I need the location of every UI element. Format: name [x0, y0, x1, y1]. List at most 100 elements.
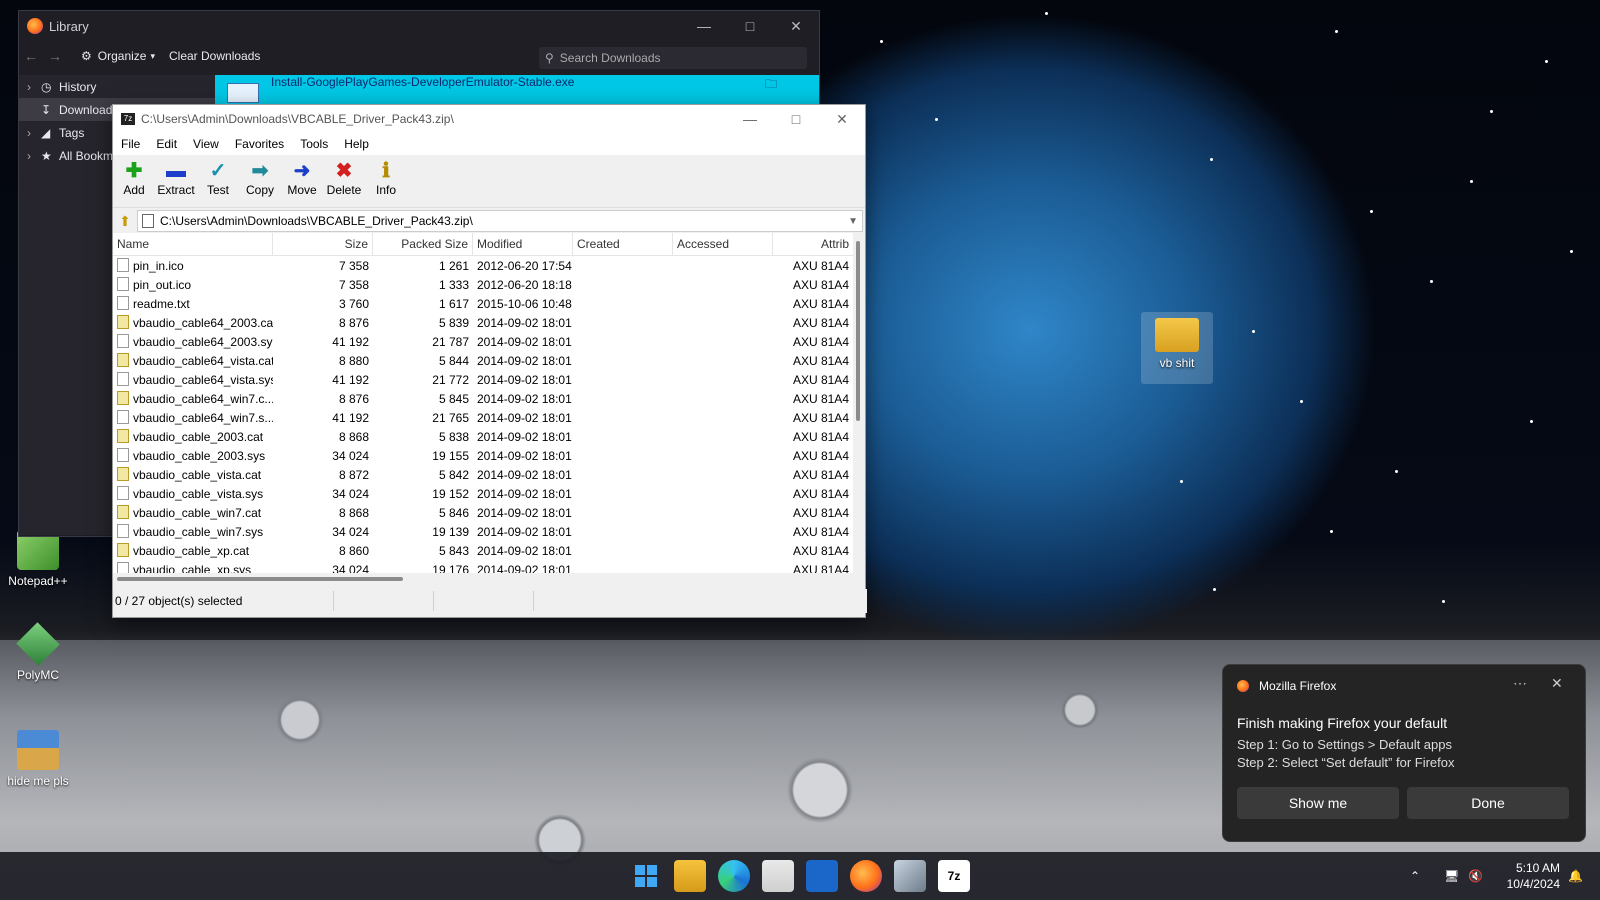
- done-button[interactable]: Done: [1407, 787, 1569, 819]
- column-header-size[interactable]: Size: [273, 233, 373, 255]
- add-button[interactable]: ✚ Add: [113, 155, 155, 207]
- star: [1545, 60, 1548, 63]
- file-row[interactable]: vbaudio_cable64_vista.cat 8 880 5 844 2014-…: [113, 351, 853, 370]
- desktop-icon-hide-me-pls[interactable]: hide me pls: [2, 730, 74, 788]
- store-icon[interactable]: [762, 860, 794, 892]
- more-options-icon[interactable]: ⋯: [1513, 675, 1527, 692]
- vbcable-icon[interactable]: [894, 860, 926, 892]
- extract-button[interactable]: ▬ Extract: [155, 155, 197, 207]
- move-button[interactable]: ➜ Move: [281, 155, 323, 207]
- file-packed-size-cell: 19 152: [432, 486, 469, 501]
- horizontal-scrollbar[interactable]: [113, 573, 853, 587]
- edge-icon[interactable]: [718, 860, 750, 892]
- maximize-icon[interactable]: □: [773, 111, 819, 128]
- star: [1210, 158, 1213, 161]
- menu-view[interactable]: View: [185, 137, 227, 151]
- desktop-icon-polymc[interactable]: PolyMC: [2, 622, 74, 682]
- menu-tools[interactable]: Tools: [292, 137, 336, 151]
- minimize-icon[interactable]: —: [681, 18, 727, 35]
- desktop-icon-notepadpp[interactable]: Notepad++: [2, 530, 74, 588]
- column-header-packed-size[interactable]: Packed Size: [373, 233, 473, 255]
- column-header-accessed[interactable]: Accessed: [673, 233, 773, 255]
- file-row[interactable]: pin_out.ico 7 358 1 333 2012-06-20 18:18 AXU…: [113, 275, 853, 294]
- close-icon[interactable]: ✕: [819, 111, 865, 128]
- file-modified-cell: 2014-09-02 18:01: [477, 410, 572, 425]
- file-attrib-cell: AXU 81A4: [792, 524, 849, 539]
- copy-button[interactable]: ➡ Copy: [239, 155, 281, 207]
- file-icon: [117, 486, 129, 500]
- file-name: pin_out.ico: [133, 278, 192, 292]
- notification-bell-icon[interactable]: 🔔: [1568, 852, 1583, 900]
- close-icon[interactable]: ✕: [773, 18, 819, 35]
- selection-status: 0 / 27 object(s) selected: [115, 594, 243, 608]
- folder-up-icon[interactable]: ⬆: [113, 213, 137, 230]
- file-row[interactable]: vbaudio_cable64_2003.cat 8 876 5 839 2014-0…: [113, 313, 853, 332]
- desktop-icon-vb-shit[interactable]: vb shit: [1141, 312, 1213, 384]
- delete-button[interactable]: ✖ Delete: [323, 155, 365, 207]
- menu-edit[interactable]: Edit: [148, 137, 185, 151]
- info-button[interactable]: ℹ Info: [365, 155, 407, 207]
- column-header-attrib[interactable]: Attrib: [773, 233, 853, 255]
- start-icon[interactable]: [630, 860, 662, 892]
- file-explorer-icon[interactable]: [674, 860, 706, 892]
- test-button[interactable]: ✓ Test: [197, 155, 239, 207]
- 7zip-icon[interactable]: 7z: [938, 860, 970, 892]
- scroll-thumb[interactable]: [117, 577, 403, 581]
- chevron-up-icon[interactable]: ⌃: [1410, 852, 1420, 900]
- file-modified-cell: 2012-06-20 18:18: [477, 277, 572, 292]
- column-header-name[interactable]: Name: [113, 233, 273, 255]
- menu-file[interactable]: File: [113, 137, 148, 151]
- notification-title: Finish making Firefox your default: [1237, 715, 1448, 731]
- outlook-icon[interactable]: [806, 860, 838, 892]
- file-packed-size-cell: 19 155: [432, 448, 469, 463]
- file-row[interactable]: pin_in.ico 7 358 1 261 2012-06-20 17:54 AXU …: [113, 256, 853, 275]
- show-me-button[interactable]: Show me: [1237, 787, 1399, 819]
- close-icon[interactable]: ✕: [1551, 675, 1563, 692]
- file-modified-cell: 2014-09-02 18:01: [477, 372, 572, 387]
- star: [1370, 210, 1373, 213]
- minimize-icon[interactable]: —: [727, 111, 773, 128]
- search-downloads-input[interactable]: ⚲ Search Downloads: [539, 47, 807, 69]
- installer-icon: [227, 83, 259, 103]
- file-row[interactable]: vbaudio_cable_vista.cat 8 872 5 842 2014-09…: [113, 465, 853, 484]
- file-row[interactable]: vbaudio_cable64_win7.c... 8 876 5 845 2014-…: [113, 389, 853, 408]
- firefox-icon[interactable]: [850, 860, 882, 892]
- file-row[interactable]: vbaudio_cable64_vista.sys 41 192 21 772 201…: [113, 370, 853, 389]
- sidebar-item-history[interactable]: › ◷ History: [19, 75, 215, 98]
- maximize-icon[interactable]: □: [727, 18, 773, 35]
- column-header-created[interactable]: Created: [573, 233, 673, 255]
- back-icon[interactable]: ←: [19, 48, 43, 64]
- star: [1330, 530, 1333, 533]
- organize-button[interactable]: Organize: [98, 49, 147, 63]
- network-icon[interactable]: 🖥: [1444, 852, 1459, 900]
- download-list-item[interactable]: Install-GooglePlayGames-DeveloperEmulato…: [215, 75, 819, 107]
- plus-icon: ✚: [125, 160, 143, 182]
- column-header-modified[interactable]: Modified: [473, 233, 573, 255]
- file-row[interactable]: vbaudio_cable_2003.cat 8 868 5 838 2014-09-…: [113, 427, 853, 446]
- clear-downloads-button[interactable]: Clear Downloads: [169, 49, 260, 63]
- vertical-scrollbar[interactable]: [853, 233, 863, 573]
- menu-help[interactable]: Help: [336, 137, 377, 151]
- clock[interactable]: 5:10 AM 10/4/2024: [1478, 860, 1560, 892]
- scroll-thumb[interactable]: [856, 241, 860, 421]
- menu-favorites[interactable]: Favorites: [227, 137, 292, 151]
- file-row[interactable]: vbaudio_cable_win7.sys 34 024 19 139 2014-0…: [113, 522, 853, 541]
- open-folder-icon[interactable]: 🗀: [765, 75, 777, 96]
- file-row[interactable]: vbaudio_cable_xp.cat 8 860 5 843 2014-09-02…: [113, 541, 853, 560]
- file-name: vbaudio_cable_2003.sys: [133, 449, 266, 463]
- star: [1300, 400, 1303, 403]
- file-row[interactable]: vbaudio_cable64_win7.s... 41 192 21 765 201…: [113, 408, 853, 427]
- file-row[interactable]: readme.txt 3 760 1 617 2015-10-06 10:48 AXU …: [113, 294, 853, 313]
- file-row[interactable]: vbaudio_cable_xp.sys 34 024 19 176 2014-09-…: [113, 560, 853, 573]
- chevron-down-icon[interactable]: ▼: [848, 216, 858, 227]
- notification-app-name: Mozilla Firefox: [1259, 679, 1337, 693]
- forward-icon[interactable]: →: [43, 48, 67, 64]
- address-input[interactable]: C:\Users\Admin\Downloads\VBCABLE_Driver_…: [137, 210, 863, 232]
- file-name-cell: vbaudio_cable_win7.sys: [113, 524, 273, 539]
- file-row[interactable]: vbaudio_cable_win7.cat 8 868 5 846 2014-09-…: [113, 503, 853, 522]
- file-row[interactable]: vbaudio_cable_vista.sys 34 024 19 152 2014-…: [113, 484, 853, 503]
- file-row[interactable]: vbaudio_cable_2003.sys 34 024 19 155 2014-0…: [113, 446, 853, 465]
- file-row[interactable]: vbaudio_cable64_2003.sys 41 192 21 787 2014…: [113, 332, 853, 351]
- file-icon: [117, 277, 129, 291]
- firefox-icon: [1237, 680, 1249, 692]
